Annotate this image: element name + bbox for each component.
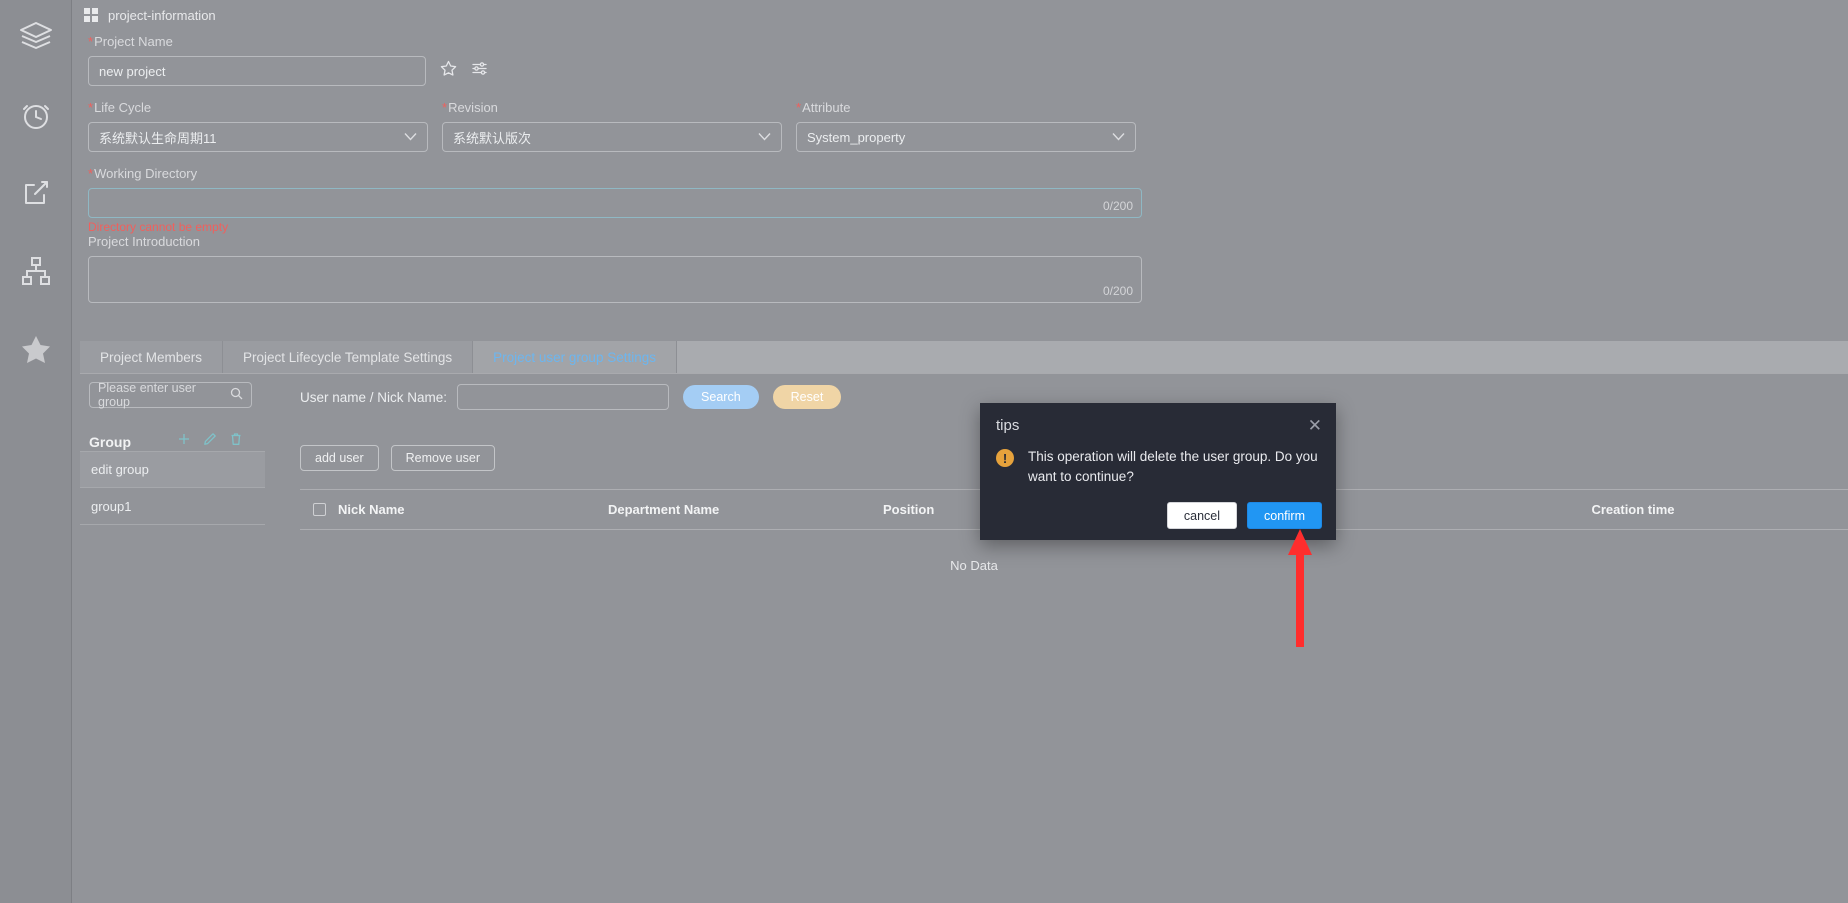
sidebar-item-export[interactable] <box>8 164 64 222</box>
warning-icon: ! <box>996 449 1014 467</box>
layers-icon <box>18 20 54 54</box>
dialog-overlay: tips ✕ ! This operation will delete the … <box>72 0 1848 903</box>
main-content: project-information *Project Name new pr… <box>72 0 1848 903</box>
share-export-icon <box>19 176 53 210</box>
dialog-header: tips ✕ <box>980 403 1336 447</box>
alarm-clock-icon <box>19 98 53 132</box>
confirm-button[interactable]: confirm <box>1247 502 1322 529</box>
sidebar-item-structure[interactable] <box>8 242 64 300</box>
dialog-body: ! This operation will delete the user gr… <box>980 447 1336 487</box>
star-icon <box>19 332 53 366</box>
close-icon[interactable]: ✕ <box>1308 417 1322 434</box>
left-icon-rail <box>0 0 72 903</box>
dialog-message: This operation will delete the user grou… <box>1028 449 1318 484</box>
tips-dialog: tips ✕ ! This operation will delete the … <box>980 403 1336 540</box>
dialog-title: tips <box>996 416 1020 434</box>
dialog-footer: cancel confirm <box>1166 502 1322 529</box>
sidebar-item-layers[interactable] <box>8 8 64 66</box>
sidebar-item-favorites[interactable] <box>8 320 64 378</box>
sitemap-icon <box>19 254 53 288</box>
sidebar-item-schedule[interactable] <box>8 86 64 144</box>
cancel-button[interactable]: cancel <box>1166 502 1238 529</box>
